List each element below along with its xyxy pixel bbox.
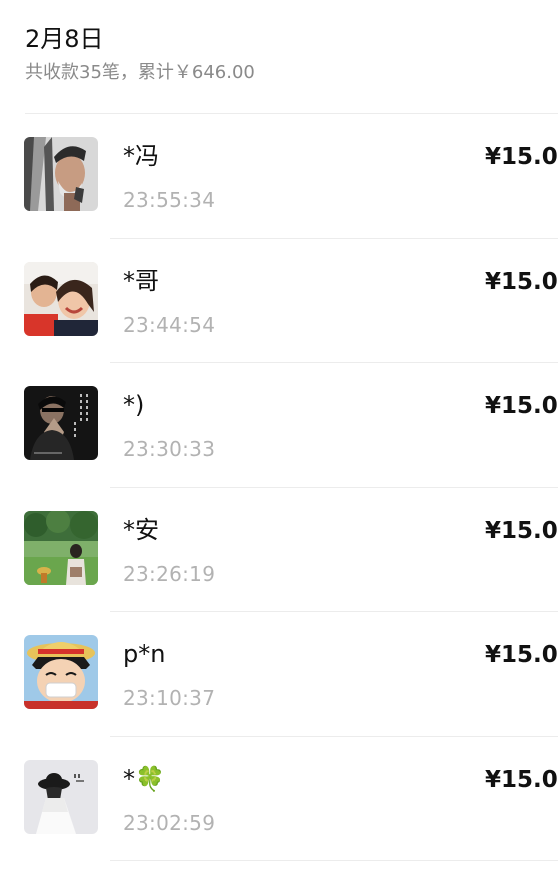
payment-amount: ¥15.00 — [485, 144, 558, 170]
payer-name: *安 — [123, 515, 159, 544]
girl-white-dress-avatar-image — [24, 759, 98, 834]
avatar — [24, 137, 98, 211]
transaction-list: *冯 23:55:34 ¥15.00 *哥 — [0, 114, 558, 861]
avatar — [24, 386, 98, 460]
kids-selfie-avatar-image — [24, 261, 98, 336]
transaction-row[interactable]: *) 23:30:33 ¥15.00 — [0, 363, 558, 488]
row-divider — [110, 860, 558, 861]
payer-name: *🍀 — [123, 763, 165, 795]
payer-name-text: * — [123, 764, 135, 793]
payer-name: *哥 — [123, 266, 159, 295]
day-header: 2月8日 共收款35笔，累计￥646.00 — [25, 22, 255, 86]
avatar — [24, 261, 98, 336]
day-date: 2月8日 — [25, 25, 104, 53]
payment-time: 23:44:54 — [123, 312, 216, 337]
payer-name: p*n — [123, 640, 166, 668]
payment-time: 23:02:59 — [123, 810, 216, 835]
payment-time: 23:30:33 — [123, 437, 216, 461]
payment-amount: ¥15.00 — [485, 766, 558, 793]
payer-name: *冯 — [123, 142, 159, 170]
park-photo-avatar-image — [24, 510, 98, 585]
transaction-row[interactable]: *安 23:26:19 ¥15.00 — [0, 488, 558, 612]
payer-name: *) — [123, 391, 145, 419]
man-praying-dark-avatar-image — [24, 386, 98, 460]
payment-amount: ¥15.00 — [485, 393, 558, 419]
transaction-row[interactable]: p*n 23:10:37 ¥15.00 — [0, 612, 558, 737]
payment-amount: ¥15.00 — [485, 517, 558, 544]
payment-amount: ¥15.00 — [485, 642, 558, 668]
payment-time: 23:26:19 — [123, 561, 216, 586]
transaction-row[interactable]: *冯 23:55:34 ¥15.00 — [0, 114, 558, 239]
payment-amount: ¥15.00 — [485, 268, 558, 295]
payment-time: 23:10:37 — [123, 686, 216, 710]
day-summary: 共收款35笔，累计￥646.00 — [25, 62, 255, 83]
transaction-row[interactable]: *哥 23:44:54 ¥15.00 — [0, 239, 558, 363]
avatar — [24, 510, 98, 585]
man-beard-tattoo-avatar-image — [24, 137, 98, 211]
payment-history-page: 2月8日 共收款35笔，累计￥646.00 *冯 23:55:34 ¥15.0 … — [0, 0, 558, 883]
avatar — [24, 635, 98, 709]
four-leaf-clover-icon: 🍀 — [135, 764, 165, 793]
transaction-row[interactable]: *🍀 23:02:59 ¥15.00 — [0, 737, 558, 861]
cartoon-straw-hat-avatar-image — [24, 635, 98, 709]
avatar — [24, 759, 98, 834]
payment-time: 23:55:34 — [123, 188, 216, 212]
